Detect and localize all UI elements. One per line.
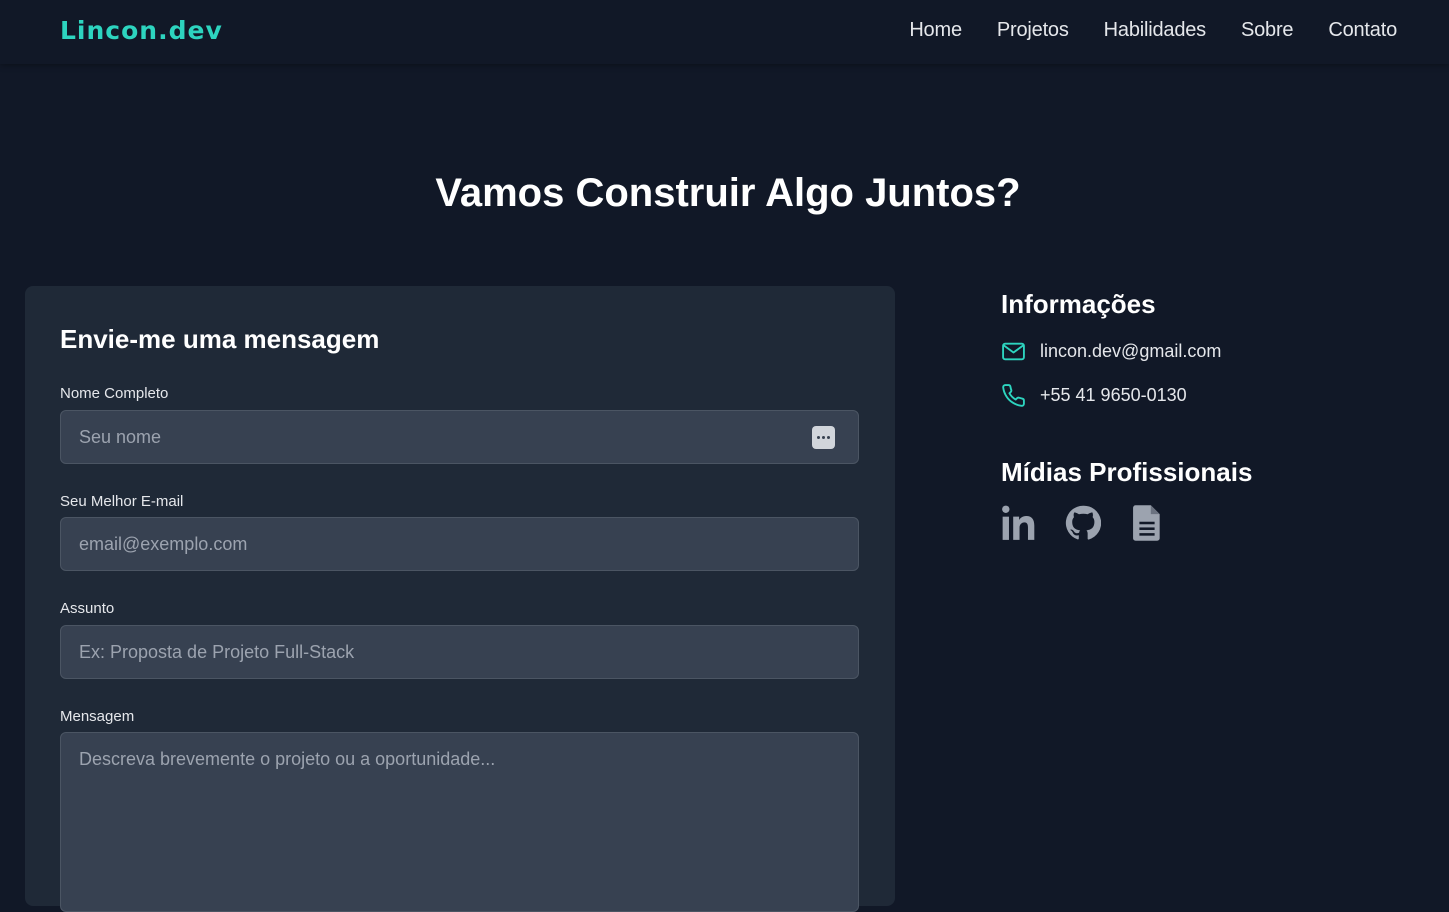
logo[interactable]: Lincon.dev (60, 16, 223, 45)
info-phone-row: +55 41 9650-0130 (1001, 383, 1187, 408)
form-heading: Envie-me uma mensagem (60, 324, 380, 354)
nav-projetos[interactable]: Projetos (997, 19, 1069, 42)
github-icon[interactable] (1065, 504, 1102, 542)
name-input[interactable] (60, 410, 859, 464)
name-label: Nome Completo (60, 385, 169, 402)
email-input[interactable] (60, 517, 859, 571)
section-title: Vamos Construir Algo Juntos? (435, 171, 1021, 215)
info-email-row: lincon.dev@gmail.com (1001, 339, 1221, 364)
nav-links: Home Projetos Habilidades Sobre Contato (909, 19, 1397, 42)
nav-home[interactable]: Home (909, 19, 962, 42)
contact-form-card: Envie-me uma mensagem Nome Completo Seu … (25, 286, 895, 912)
info-email[interactable]: lincon.dev@gmail.com (1040, 341, 1221, 362)
navbar: Lincon.dev Home Projetos Habilidades Sob… (0, 0, 1449, 64)
social-links (1001, 504, 1165, 542)
email-label: Seu Melhor E-mail (60, 493, 184, 510)
linkedin-icon[interactable] (1001, 504, 1037, 542)
message-textarea[interactable] (60, 732, 859, 912)
mail-icon (1002, 342, 1025, 361)
info-phone[interactable]: +55 41 9650-0130 (1040, 385, 1187, 406)
document-icon[interactable] (1129, 504, 1165, 542)
subject-label: Assunto (60, 600, 115, 617)
subject-input[interactable] (60, 625, 859, 679)
phone-icon (1002, 384, 1025, 407)
info-heading: Informações (1001, 289, 1156, 319)
message-label: Mensagem (60, 708, 135, 725)
autofill-icon[interactable] (812, 426, 835, 449)
nav-habilidades[interactable]: Habilidades (1104, 19, 1207, 42)
social-heading: Mídias Profissionais (1001, 457, 1253, 487)
nav-sobre[interactable]: Sobre (1241, 19, 1294, 42)
nav-contato[interactable]: Contato (1328, 19, 1397, 42)
